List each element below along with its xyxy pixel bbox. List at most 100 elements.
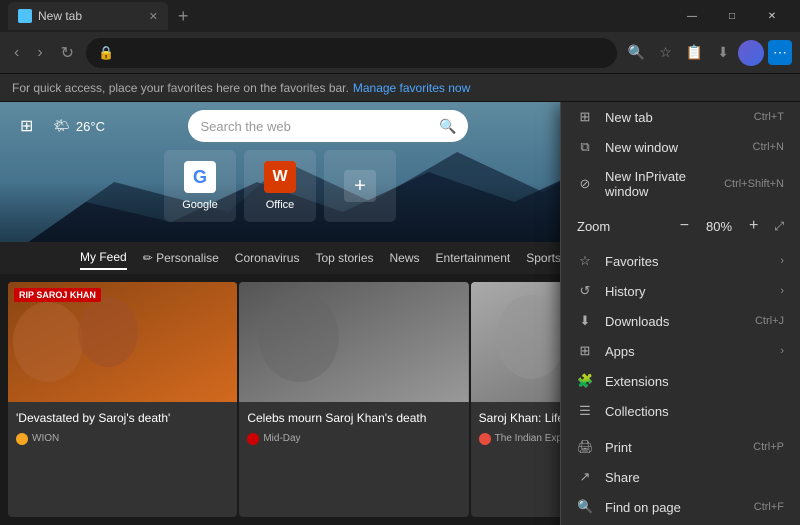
browser-frame: New tab ✕ + — □ ✕ ‹ › ↻ 🔒 🔍 ☆ 📋 ⬇ ⋯ F bbox=[0, 0, 800, 525]
back-button[interactable]: ‹ bbox=[8, 40, 25, 66]
temperature: 26°C bbox=[76, 119, 105, 134]
history-label: History bbox=[605, 284, 768, 299]
manage-favorites-link[interactable]: Manage favorites now bbox=[353, 81, 470, 95]
news-source-1: WION bbox=[16, 433, 229, 445]
history-arrow: › bbox=[780, 285, 784, 297]
favorites-label: Favorites bbox=[605, 254, 768, 269]
print-icon: 🖨 bbox=[577, 439, 593, 455]
favorites-menu-icon: ☆ bbox=[577, 253, 593, 269]
news-card-1-body: 'Devastated by Saroj's death' WION bbox=[8, 402, 237, 453]
main-content: ⊞ 🌤 26°C Search the web 🔍 G Google bbox=[0, 102, 800, 525]
quick-link-google[interactable]: G Google bbox=[164, 150, 236, 222]
downloads-icon[interactable]: ⬇ bbox=[712, 40, 734, 65]
zoom-plus-button[interactable]: + bbox=[745, 217, 762, 235]
add-icon: + bbox=[344, 170, 376, 202]
downloads-shortcut: Ctrl+J bbox=[755, 315, 784, 327]
favorites-icon[interactable]: ☆ bbox=[654, 40, 677, 65]
collections-label: Collections bbox=[605, 404, 784, 419]
tab-entertainment[interactable]: Entertainment bbox=[436, 247, 511, 269]
quick-link-office[interactable]: W Office bbox=[244, 150, 316, 222]
tab-sports[interactable]: Sports bbox=[526, 247, 561, 269]
nav-actions: 🔍 ☆ 📋 ⬇ ⋯ bbox=[623, 40, 792, 66]
active-tab[interactable]: New tab ✕ bbox=[8, 2, 168, 30]
minimize-button[interactable]: — bbox=[672, 2, 712, 30]
quick-link-add[interactable]: + bbox=[324, 150, 396, 222]
menu-item-inprivate[interactable]: ⊘ New InPrivate window Ctrl+Shift+N bbox=[561, 162, 800, 206]
menu-item-history[interactable]: ↺ History › bbox=[561, 276, 800, 306]
nav-bar: ‹ › ↻ 🔒 🔍 ☆ 📋 ⬇ ⋯ bbox=[0, 32, 800, 74]
office-label: Office bbox=[266, 199, 295, 211]
search-box[interactable]: Search the web 🔍 bbox=[188, 110, 468, 142]
menu-item-new-window[interactable]: ⧉ New window Ctrl+N bbox=[561, 132, 800, 162]
google-icon: G bbox=[184, 161, 216, 193]
address-bar[interactable]: 🔒 bbox=[86, 38, 617, 68]
forward-button[interactable]: › bbox=[31, 40, 48, 66]
new-tab-shortcut: Ctrl+T bbox=[754, 111, 784, 123]
find-icon: 🔍 bbox=[577, 499, 593, 515]
apps-arrow: › bbox=[780, 345, 784, 357]
tab-my-feed[interactable]: My Feed bbox=[80, 246, 127, 270]
favorites-bar: For quick access, place your favorites h… bbox=[0, 74, 800, 102]
zoom-value: 80% bbox=[701, 219, 737, 234]
tab-news[interactable]: News bbox=[390, 247, 420, 269]
tab-top-stories[interactable]: Top stories bbox=[315, 247, 373, 269]
tab-close-button[interactable]: ✕ bbox=[149, 10, 158, 23]
extensions-label: Extensions bbox=[605, 374, 784, 389]
find-shortcut: Ctrl+F bbox=[754, 501, 784, 513]
card2-svg bbox=[239, 282, 468, 402]
collections-sidebar-icon[interactable]: 📋 bbox=[681, 40, 708, 65]
new-tab-icon: ⊞ bbox=[577, 109, 593, 125]
profile-avatar[interactable] bbox=[738, 40, 764, 66]
tab-area: New tab ✕ + bbox=[8, 2, 656, 30]
menu-item-new-tab[interactable]: ⊞ New tab Ctrl+T bbox=[561, 102, 800, 132]
news-card-1[interactable]: RIP SAROJ KHAN 'Devastated by Saroj's de… bbox=[8, 282, 237, 517]
office-icon: W bbox=[264, 161, 296, 193]
grid-icon[interactable]: ⊞ bbox=[20, 116, 33, 136]
tab-title: New tab bbox=[38, 9, 82, 23]
google-label: Google bbox=[182, 199, 217, 211]
refresh-button[interactable]: ↻ bbox=[55, 39, 80, 67]
news-card-2[interactable]: Celebs mourn Saroj Khan's death Mid-Day bbox=[239, 282, 468, 517]
search-icon[interactable]: 🔍 bbox=[623, 40, 650, 65]
new-window-label: New window bbox=[605, 140, 741, 155]
print-shortcut: Ctrl+P bbox=[753, 441, 784, 453]
find-label: Find on page bbox=[605, 500, 742, 515]
history-icon: ↺ bbox=[577, 283, 593, 299]
apps-label: Apps bbox=[605, 344, 768, 359]
downloads-menu-icon: ⬇ bbox=[577, 313, 593, 329]
close-button[interactable]: ✕ bbox=[752, 2, 792, 30]
search-box-placeholder: Search the web bbox=[200, 119, 433, 134]
inprivate-icon: ⊘ bbox=[577, 176, 593, 192]
tab-personalise[interactable]: ✏ Personalise bbox=[143, 247, 219, 269]
menu-item-collections[interactable]: ☰ Collections bbox=[561, 396, 800, 426]
zoom-expand-button[interactable]: ⤢ bbox=[774, 219, 784, 234]
zoom-minus-button[interactable]: − bbox=[676, 217, 693, 235]
print-label: Print bbox=[605, 440, 741, 455]
apps-icon: ⊞ bbox=[577, 343, 593, 359]
menu-item-apps[interactable]: ⊞ Apps › bbox=[561, 336, 800, 366]
new-tab-label: New tab bbox=[605, 110, 742, 125]
source-label-2: Mid-Day bbox=[263, 433, 300, 444]
menu-item-downloads[interactable]: ⬇ Downloads Ctrl+J bbox=[561, 306, 800, 336]
menu-item-print[interactable]: 🖨 Print Ctrl+P bbox=[561, 432, 800, 462]
share-icon: ↗ bbox=[577, 469, 593, 485]
menu-item-find-on-page[interactable]: 🔍 Find on page Ctrl+F bbox=[561, 492, 800, 522]
menu-item-favorites[interactable]: ☆ Favorites › bbox=[561, 246, 800, 276]
tab-coronavirus[interactable]: Coronavirus bbox=[235, 247, 300, 269]
menu-button[interactable]: ⋯ bbox=[768, 40, 792, 65]
new-tab-button[interactable]: + bbox=[172, 7, 195, 25]
news-title-1: 'Devastated by Saroj's death' bbox=[16, 410, 229, 427]
title-bar: New tab ✕ + — □ ✕ bbox=[0, 0, 800, 32]
news-title-2: Celebs mourn Saroj Khan's death bbox=[247, 410, 460, 427]
new-window-icon: ⧉ bbox=[577, 139, 593, 155]
new-window-shortcut: Ctrl+N bbox=[753, 141, 784, 153]
news-tag-1: RIP SAROJ KHAN bbox=[14, 288, 101, 302]
window-controls: — □ ✕ bbox=[672, 2, 792, 30]
maximize-button[interactable]: □ bbox=[712, 2, 752, 30]
menu-item-extensions[interactable]: 🧩 Extensions bbox=[561, 366, 800, 396]
share-label: Share bbox=[605, 470, 784, 485]
news-card-2-body: Celebs mourn Saroj Khan's death Mid-Day bbox=[239, 402, 468, 453]
weather-icon: 🌤 bbox=[53, 118, 70, 134]
menu-item-share[interactable]: ↗ Share bbox=[561, 462, 800, 492]
news-source-2: Mid-Day bbox=[247, 433, 460, 445]
